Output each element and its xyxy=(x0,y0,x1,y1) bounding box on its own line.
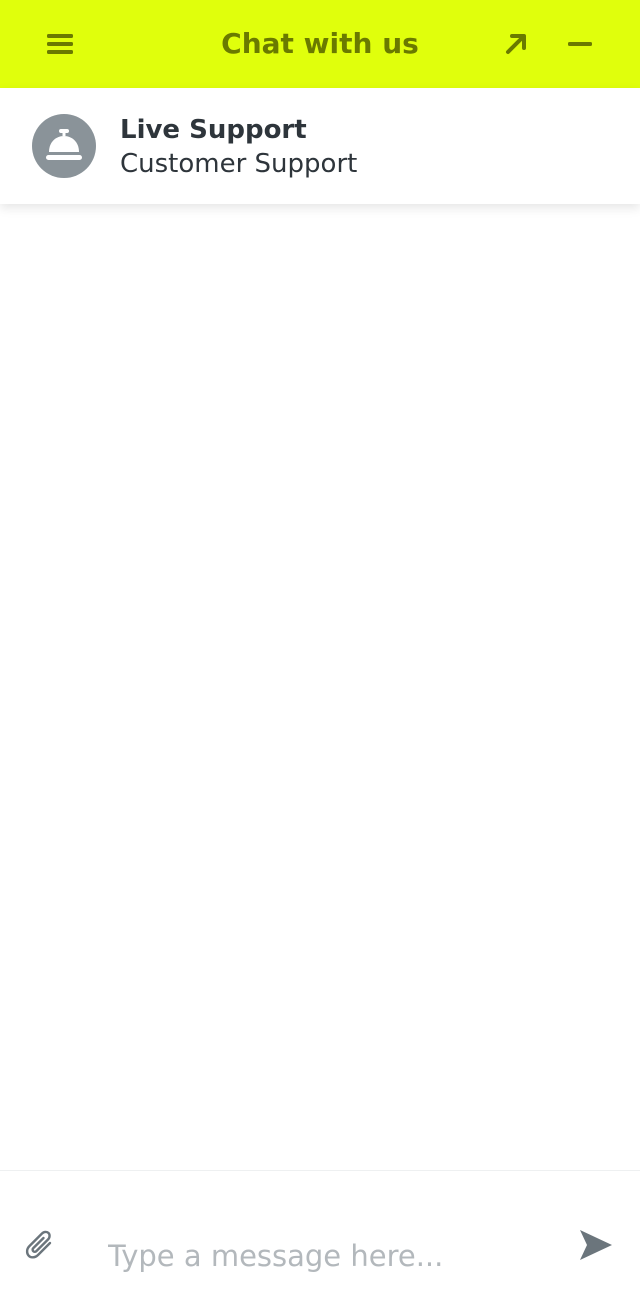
send-arrow-icon xyxy=(580,1230,612,1260)
popout-button[interactable] xyxy=(492,20,540,68)
agent-name: Live Support xyxy=(120,115,307,145)
chat-window: Chat with us Live Support Customer Suppo… xyxy=(0,0,640,1316)
message-composer xyxy=(0,1170,640,1316)
minimize-button[interactable] xyxy=(556,20,604,68)
message-area[interactable] xyxy=(0,204,640,1170)
chat-title: Chat with us xyxy=(221,27,419,60)
service-bell-icon xyxy=(46,129,82,160)
paperclip-icon xyxy=(25,1230,52,1259)
menu-button[interactable] xyxy=(36,20,84,68)
agent-info-bar: Live Support Customer Support xyxy=(0,88,640,204)
send-button[interactable] xyxy=(572,1223,620,1267)
agent-role: Customer Support xyxy=(120,149,358,179)
hamburger-menu-icon xyxy=(47,34,73,54)
minus-icon xyxy=(568,42,592,46)
message-input[interactable] xyxy=(108,1231,548,1281)
chat-header: Chat with us xyxy=(0,0,640,88)
arrow-up-right-icon xyxy=(506,34,526,54)
attach-button[interactable] xyxy=(18,1223,62,1267)
agent-avatar xyxy=(32,114,96,178)
